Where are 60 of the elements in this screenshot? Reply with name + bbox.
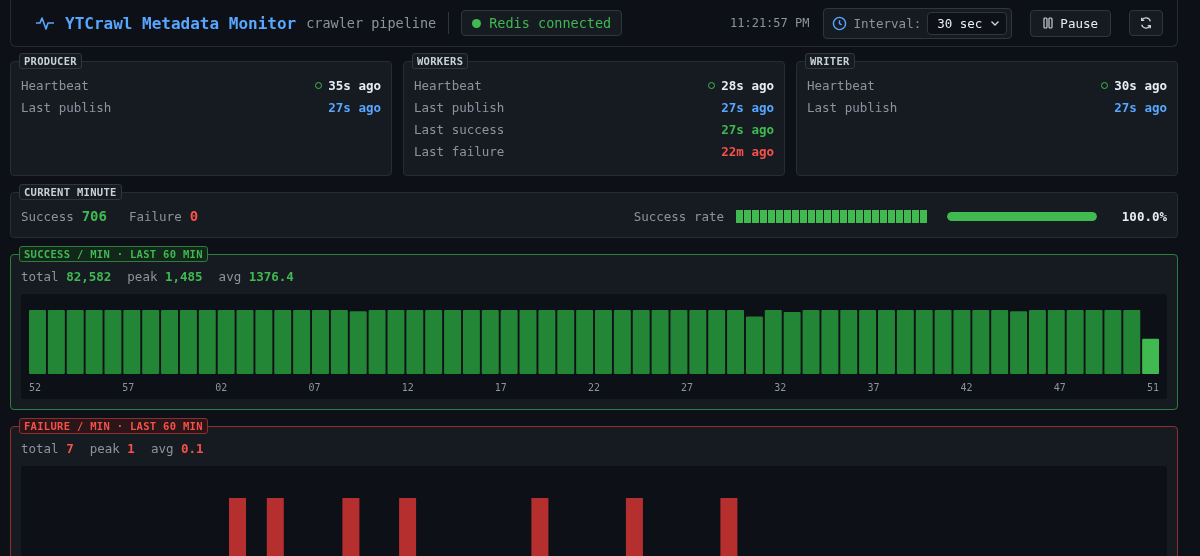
axis-label: 37 bbox=[867, 382, 880, 393]
failure-count: 0 bbox=[189, 208, 199, 224]
row-value: 27s ago bbox=[721, 122, 774, 137]
chevron-down-icon bbox=[990, 18, 1001, 28]
axis-label: 57 bbox=[122, 382, 135, 393]
refresh-button[interactable] bbox=[1129, 10, 1163, 36]
redis-status: Redis connected bbox=[461, 10, 623, 36]
axis-label: 27 bbox=[681, 382, 694, 393]
row-label: Last success bbox=[414, 122, 505, 137]
clock-time: 11:21:57 PM bbox=[730, 16, 810, 30]
card-title: PRODUCER bbox=[19, 53, 82, 69]
chart-stat: peak 1,485 bbox=[127, 269, 203, 284]
row-value: 35s ago bbox=[328, 78, 381, 93]
row-label: Last failure bbox=[414, 144, 505, 159]
row-label: Last publish bbox=[807, 100, 898, 115]
row-value: 30s ago bbox=[1114, 78, 1167, 93]
row-value: 22m ago bbox=[721, 144, 774, 159]
pulse-icon bbox=[35, 15, 55, 31]
failure-label: Failure bbox=[129, 208, 182, 224]
chart-stat: total 7 bbox=[21, 441, 74, 456]
axis-label: 17 bbox=[494, 382, 507, 393]
chart-stat: peak 1 bbox=[89, 441, 135, 456]
axis-label: 42 bbox=[960, 382, 973, 393]
chart-stat: total 82,582 bbox=[21, 269, 112, 284]
pause-icon bbox=[1043, 17, 1054, 29]
chart-title: SUCCESS / MIN · LAST 60 MIN bbox=[19, 246, 208, 262]
card-title: WRITER bbox=[805, 53, 855, 69]
axis-label: 12 bbox=[401, 382, 414, 393]
row-label: Heartbeat bbox=[807, 78, 875, 93]
interval-select[interactable]: 30 sec bbox=[927, 11, 1008, 35]
axis-label: 22 bbox=[587, 382, 600, 393]
row-value: 28s ago bbox=[721, 78, 774, 93]
axis-label: 52 bbox=[29, 382, 42, 393]
axis-label: 47 bbox=[1053, 382, 1066, 393]
axis-label: 32 bbox=[774, 382, 787, 393]
rate-label: Success rate bbox=[633, 208, 724, 224]
success-count: 706 bbox=[81, 208, 107, 224]
axis-label: 02 bbox=[215, 382, 228, 393]
card-title: WORKERS bbox=[412, 53, 469, 69]
axis-label: 51 bbox=[1146, 382, 1159, 393]
row-label: Heartbeat bbox=[21, 78, 89, 93]
row-value: 27s ago bbox=[328, 100, 381, 115]
card-title: CURRENT MINUTE bbox=[19, 184, 122, 200]
success-label: Success bbox=[21, 208, 74, 224]
row-label: Last publish bbox=[414, 100, 505, 115]
row-value: 27s ago bbox=[1114, 100, 1167, 115]
row-value: 27s ago bbox=[721, 100, 774, 115]
axis-label: 07 bbox=[308, 382, 321, 393]
row-label: Heartbeat bbox=[414, 78, 482, 93]
row-label: Last publish bbox=[21, 100, 112, 115]
app-title: YTCrawl Metadata Monitor bbox=[65, 13, 297, 33]
pause-button[interactable]: Pause bbox=[1030, 9, 1111, 37]
chart-title: FAILURE / MIN · LAST 60 MIN bbox=[19, 418, 208, 434]
chart-stat: avg 1376.4 bbox=[218, 269, 294, 284]
rate-percent: 100.0% bbox=[1121, 208, 1167, 224]
chart-stat: avg 0.1 bbox=[150, 441, 204, 456]
refresh-icon bbox=[1139, 16, 1153, 30]
interval-label: Interval: bbox=[853, 15, 922, 31]
clock-icon bbox=[832, 15, 848, 31]
app-subtitle: crawler pipeline bbox=[306, 15, 437, 31]
